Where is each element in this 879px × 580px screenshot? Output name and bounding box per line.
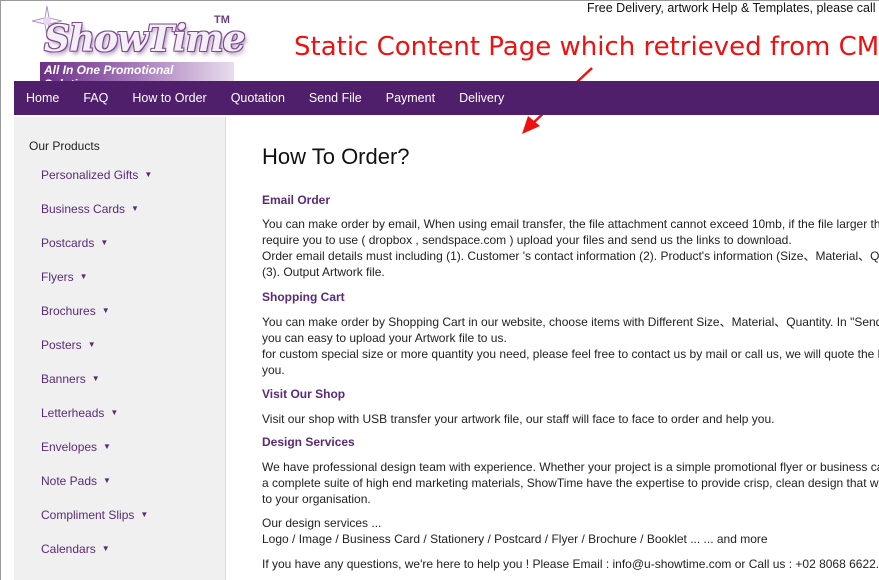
sidebar-item-business-cards[interactable]: Business Cards ▼ — [41, 202, 152, 236]
shopping-cart-line: you can easy to upload your Artwork file… — [262, 331, 507, 345]
sidebar-item-label: Envelopes — [41, 440, 98, 454]
nav-quotation[interactable]: Quotation — [219, 91, 297, 105]
caret-down-icon: ▼ — [87, 340, 96, 349]
section-heading-visit-shop: Visit Our Shop — [262, 387, 346, 401]
section-heading-design-services: Design Services — [262, 435, 355, 449]
caret-down-icon: ▼ — [100, 238, 109, 247]
caret-down-icon: ▼ — [131, 204, 139, 213]
sidebar-item-label: Note Pads — [41, 474, 98, 488]
promo-banner: Free Delivery, artwork Help & Templates,… — [587, 1, 879, 15]
main-content: How To Order? Email Order You can make o… — [262, 117, 879, 580]
visit-shop-line: Visit our shop with USB transfer your ar… — [262, 412, 775, 426]
sidebar-item-note-pads[interactable]: Note Pads ▼ — [41, 474, 152, 508]
sidebar-item-personalized-gifts[interactable]: Personalized Gifts ▼ — [41, 168, 152, 202]
sidebar-item-label: Banners — [41, 372, 86, 386]
nav-send-file[interactable]: Send File — [297, 91, 374, 105]
shopping-cart-line: you. — [262, 363, 285, 377]
sidebar-item-banners[interactable]: Banners ▼ — [41, 372, 152, 406]
sidebar-item-letterheads[interactable]: Letterheads ▼ — [41, 406, 152, 440]
design-services-line: a complete suite of high end marketing m… — [262, 476, 879, 490]
sidebar-item-label: Compliment Slips — [41, 508, 135, 522]
sidebar-item-label: Postcards — [41, 236, 95, 250]
contact-line: If you have any questions, we're here to… — [262, 557, 879, 571]
sidebar-item-compliment-slips[interactable]: Compliment Slips ▼ — [41, 508, 152, 542]
section-heading-shopping-cart: Shopping Cart — [262, 290, 345, 304]
sidebar-item-brochures[interactable]: Brochures ▼ — [41, 304, 152, 338]
tagline-bold: All In One — [44, 63, 101, 77]
sidebar-item-label: Flyers — [41, 270, 74, 284]
caret-down-icon: ▼ — [144, 170, 153, 179]
main-nav: Home FAQ How to Order Quotation Send Fil… — [14, 81, 879, 115]
caret-down-icon: ▼ — [110, 408, 119, 417]
nav-delivery[interactable]: Delivery — [447, 91, 516, 105]
design-services-line: We have professional design team with ex… — [262, 460, 879, 474]
caret-down-icon: ▼ — [103, 476, 111, 485]
nav-faq[interactable]: FAQ — [71, 91, 120, 105]
sidebar-item-label: Letterheads — [41, 406, 105, 420]
caret-down-icon: ▼ — [79, 272, 88, 281]
sidebar-item-label: Posters — [41, 338, 82, 352]
shopping-cart-line: You can make order by Shopping Cart in o… — [262, 315, 879, 329]
email-order-line: (3). Output Artwork file. — [262, 265, 385, 279]
brand-logo[interactable]: ShowTime TM All In One Promotional Solut… — [14, 4, 246, 92]
sidebar-item-posters[interactable]: Posters ▼ — [41, 338, 152, 372]
caret-down-icon: ▼ — [140, 510, 149, 519]
design-services-list-line: Our design services ... — [262, 516, 382, 530]
section-heading-email-order: Email Order — [262, 193, 331, 207]
nav-how-to-order[interactable]: How to Order — [120, 91, 218, 105]
caret-down-icon: ▼ — [101, 544, 110, 553]
nav-home[interactable]: Home — [14, 91, 71, 105]
sidebar-item-flyers[interactable]: Flyers ▼ — [41, 270, 152, 304]
sidebar-item-label: Brochures — [41, 304, 96, 318]
annotation-label: Static Content Page which retrieved from… — [294, 32, 879, 62]
product-sidebar: Our Products Personalized Gifts ▼ Busines… — [14, 117, 226, 580]
design-services-list-line: Logo / Image / Business Card / Stationer… — [262, 532, 768, 546]
email-order-line: require you to use ( dropbox , sendspace… — [262, 233, 792, 247]
nav-payment[interactable]: Payment — [374, 91, 447, 105]
sidebar-item-label: Business Cards — [41, 202, 126, 216]
sidebar-item-envelopes[interactable]: Envelopes ▼ — [41, 440, 152, 474]
caret-down-icon: ▼ — [91, 374, 100, 383]
design-services-line: to your organisation. — [262, 492, 371, 506]
email-order-line: Order email details must including (1). … — [262, 249, 879, 263]
sidebar-item-postcards[interactable]: Postcards ▼ — [41, 236, 152, 270]
product-category-list: Personalized Gifts ▼ Business Cards ▼ Post… — [41, 168, 152, 576]
sidebar-item-label: Personalized Gifts — [41, 168, 139, 182]
email-order-line: You can make order by email, When using … — [262, 217, 879, 231]
trademark-mark: TM — [214, 14, 230, 26]
sidebar-item-calendars[interactable]: Calendars ▼ — [41, 542, 152, 576]
page-title: How To Order? — [262, 144, 410, 169]
sidebar-item-label: Calendars — [41, 542, 96, 556]
caret-down-icon: ▼ — [101, 306, 110, 315]
sidebar-title: Our Products — [29, 139, 100, 153]
caret-down-icon: ▼ — [103, 442, 111, 451]
shopping-cart-line: for custom special size or more quantity… — [262, 347, 879, 361]
